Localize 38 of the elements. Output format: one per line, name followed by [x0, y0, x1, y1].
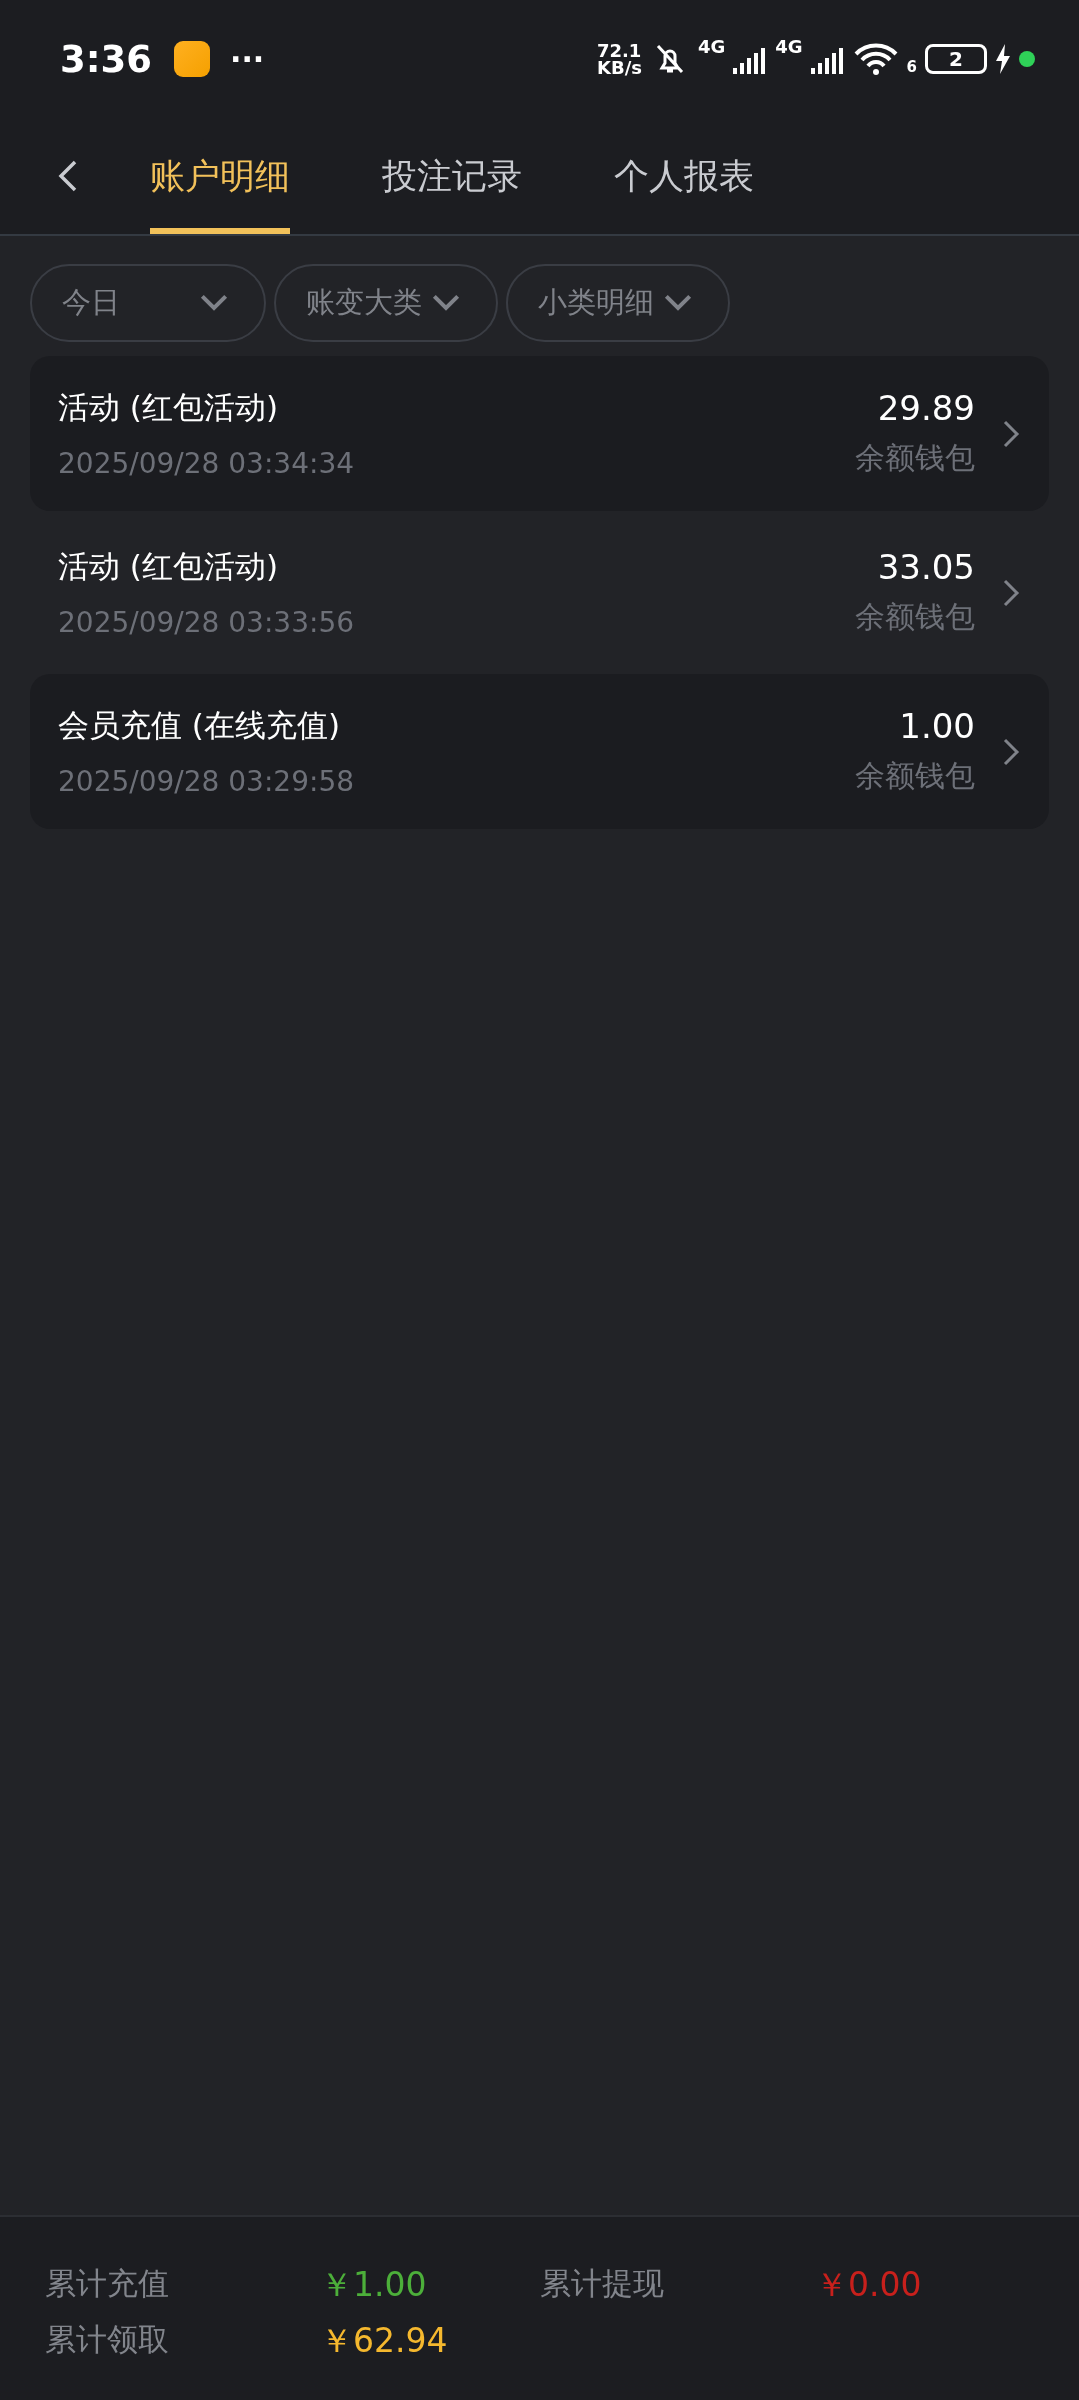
privacy-indicator-icon	[1019, 51, 1035, 67]
total-label: 累计提现	[540, 2264, 665, 2303]
clock: 3:36	[60, 37, 153, 81]
filter-dropdown[interactable]: 今日	[30, 264, 266, 342]
network-type: 4G	[775, 35, 803, 57]
wallet-name: 余额钱包	[855, 439, 975, 477]
record-amount: 29.89	[877, 388, 975, 428]
record-title: 活动 (红包活动)	[58, 547, 280, 586]
record-time: 2025/09/28 03:29:58	[58, 765, 356, 798]
network-speed: 72.1 KB/s	[596, 41, 642, 77]
battery-level: 2	[925, 44, 987, 74]
record-title: 活动 (红包活动)	[58, 388, 280, 427]
wifi-band-label: 6	[906, 58, 917, 77]
total-label: 累计充值	[45, 2264, 170, 2303]
filter-dropdown[interactable]: 账变大类	[274, 264, 498, 342]
record-amount: 33.05	[877, 547, 975, 587]
wallet-name: 余额钱包	[855, 598, 975, 636]
record-time: 2025/09/28 03:34:34	[58, 447, 356, 480]
app-notification-icon	[174, 41, 211, 77]
record-row[interactable]: 活动 (红包活动) 2025/09/28 03:33:56 33.05 余额钱包	[30, 515, 1049, 670]
filter-dropdown[interactable]: 小类明细	[506, 264, 730, 342]
record-amount: 1.00	[899, 706, 975, 746]
record-card[interactable]: 会员充值 (在线充值) 2025/09/28 03:29:58 1.00 余额钱包	[30, 674, 1049, 829]
tab[interactable]: 个人报表	[614, 118, 754, 234]
more-notifications: ···	[230, 41, 265, 77]
total-value: ￥1.00	[320, 2264, 428, 2306]
total-label: 累计领取	[45, 2320, 170, 2359]
total-value: ￥0.00	[815, 2264, 923, 2306]
wallet-name: 余额钱包	[855, 757, 975, 795]
record-time: 2025/09/28 03:33:56	[58, 606, 356, 639]
tab[interactable]: 投注记录	[382, 118, 522, 234]
total-value: ￥62.94	[320, 2320, 449, 2362]
record-title: 会员充值 (在线充值)	[58, 706, 342, 745]
tab[interactable]: 账户明细	[150, 118, 290, 234]
wifi-icon	[852, 42, 899, 76]
network-type: 4G	[697, 35, 726, 57]
charging-icon	[995, 44, 1011, 74]
record-card[interactable]: 活动 (红包活动) 2025/09/28 03:34:34 29.89 余额钱包	[30, 356, 1049, 511]
